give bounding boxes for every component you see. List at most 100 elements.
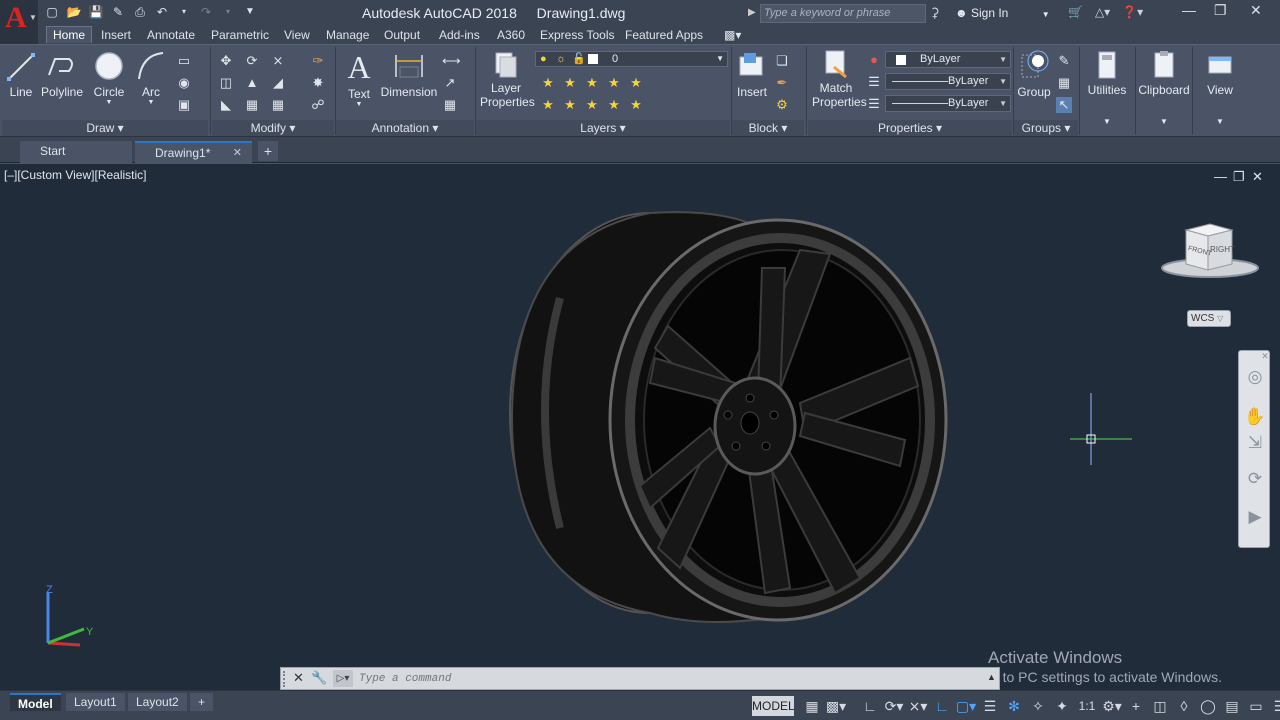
tab-model[interactable]: Model	[10, 693, 61, 711]
clean-screen-icon[interactable]: ▭	[1244, 696, 1268, 716]
command-line-grip[interactable]	[283, 671, 289, 687]
save-icon[interactable]: 💾	[88, 4, 104, 20]
layer-tool-icon[interactable]: ★	[606, 75, 622, 91]
text-button[interactable]: A Text ▼	[344, 49, 374, 108]
isolate-objects-icon[interactable]: ◯	[1196, 696, 1220, 716]
scale-icon[interactable]: ▦	[244, 97, 260, 113]
rectangle-icon[interactable]: ▭	[176, 53, 192, 69]
ortho-icon[interactable]: ∟	[858, 696, 882, 716]
annotation-visibility-icon[interactable]: ✻	[1002, 696, 1026, 716]
block-attributes-icon[interactable]: ⚙	[774, 97, 790, 113]
tab-manage[interactable]: Manage	[326, 28, 369, 42]
search-expand-icon[interactable]: ▶	[748, 5, 758, 21]
new-tab-button[interactable]: +	[258, 141, 278, 161]
a360-icon[interactable]: △▾	[1095, 5, 1110, 19]
annotation-scale-value[interactable]: 1:1	[1074, 696, 1100, 716]
viewport-minimize-icon[interactable]: —	[1214, 169, 1227, 184]
tab-output[interactable]: Output	[384, 28, 420, 42]
search-input[interactable]: Type a keyword or phrase	[760, 4, 926, 23]
erase-icon[interactable]: ✑	[310, 53, 326, 69]
snap-icon[interactable]: ▩▾	[824, 696, 848, 716]
color-dropdown[interactable]: ByLayer ▼	[885, 51, 1011, 68]
new-layout-button[interactable]: +	[190, 693, 214, 711]
layer-tool-icon[interactable]: ★	[540, 75, 556, 91]
create-block-icon[interactable]: ❏	[774, 53, 790, 69]
new-icon[interactable]: ▢	[44, 4, 60, 20]
tab-featured-apps[interactable]: Featured Apps	[625, 28, 703, 42]
layer-tool-icon[interactable]: ★	[540, 97, 556, 113]
restore-icon[interactable]: ❐	[1214, 2, 1227, 19]
undo-icon[interactable]: ↶	[154, 4, 170, 20]
plot-icon[interactable]: ⎙	[132, 4, 148, 20]
close-icon[interactable]: ✕	[233, 143, 242, 163]
minimize-icon[interactable]: —	[1182, 2, 1196, 18]
trim-icon[interactable]: ⨯	[270, 53, 286, 69]
match-properties-button[interactable]: Match Properties	[812, 49, 867, 109]
clipboard-button[interactable]: Clipboard ▼	[1138, 49, 1190, 126]
group-button[interactable]: Group	[1016, 49, 1052, 99]
hardware-acceleration-icon[interactable]: ▤	[1220, 696, 1244, 716]
draw-panel-title[interactable]: Draw ▾	[2, 120, 208, 136]
block-panel-title[interactable]: Block ▾	[732, 120, 804, 136]
zoom-extents-icon[interactable]: ⇲	[1243, 433, 1267, 453]
customization-icon[interactable]: ☰	[1268, 696, 1280, 716]
workspace-icon[interactable]: ⚙▾	[1100, 696, 1124, 716]
tab-layout1[interactable]: Layout1	[66, 693, 125, 711]
tab-home[interactable]: Home	[46, 26, 93, 43]
tab-drawing1[interactable]: Drawing1* ✕	[135, 141, 252, 163]
lineweight-toggle-icon[interactable]: ☰	[978, 696, 1002, 716]
layer-tool-icon[interactable]: ★	[562, 75, 578, 91]
table-icon[interactable]: ▦	[442, 97, 458, 113]
tab-start[interactable]: Start	[20, 141, 132, 163]
viewcube[interactable]: FRONT RIGHT	[1160, 222, 1260, 282]
layer-tool-icon[interactable]: ★	[562, 97, 578, 113]
layer-tool-icon[interactable]: ★	[584, 97, 600, 113]
linetype-icon[interactable]: ☰	[866, 74, 882, 90]
arc-button[interactable]: Arc ▼	[136, 49, 166, 106]
ribbon-toggle-icon[interactable]: ▩▾	[724, 28, 741, 42]
units-icon[interactable]: ◫	[1148, 696, 1172, 716]
command-input[interactable]	[359, 670, 989, 687]
pan-icon[interactable]: ✋	[1243, 407, 1267, 427]
help-icon[interactable]: ❓▾	[1122, 5, 1143, 19]
layer-tool-icon[interactable]: ★	[628, 97, 644, 113]
orbit-icon[interactable]: ⟳	[1243, 469, 1267, 489]
tab-parametric[interactable]: Parametric	[211, 28, 269, 42]
layer-dropdown[interactable]: ● ☼ 🔓 0 ▼	[535, 51, 728, 67]
polar-icon[interactable]: ⟳▾	[882, 696, 906, 716]
move-icon[interactable]: ✥	[218, 53, 234, 69]
array-icon[interactable]: ▦	[270, 97, 286, 113]
fillet-icon[interactable]: ◢	[270, 75, 286, 91]
recent-commands-icon[interactable]: ▷▾	[333, 670, 353, 687]
rotate-icon[interactable]: ⟳	[244, 53, 260, 69]
tab-layout2[interactable]: Layout2	[128, 693, 187, 711]
object-snap-icon[interactable]: ▢▾	[954, 696, 978, 716]
open-icon[interactable]: 📂	[66, 4, 82, 20]
viewport-close-icon[interactable]: ✕	[1252, 169, 1263, 185]
hatch-icon[interactable]: ◉	[176, 75, 192, 91]
save-as-icon[interactable]: ✎	[110, 4, 126, 20]
circle-button[interactable]: Circle ▼	[92, 49, 126, 106]
grid-icon[interactable]: ▦	[800, 696, 824, 716]
layer-tool-icon[interactable]: ★	[584, 75, 600, 91]
layer-properties-button[interactable]: Layer Properties	[480, 49, 535, 109]
linetype-dropdown[interactable]: ByLayer ▼	[885, 73, 1011, 90]
tab-view[interactable]: View	[284, 28, 310, 42]
close-icon[interactable]: ✕	[1250, 2, 1262, 19]
object-snap-tracking-icon[interactable]: ∟	[930, 696, 954, 716]
tab-add-ins[interactable]: Add-ins	[439, 28, 480, 42]
chevron-up-icon[interactable]: ▲	[987, 672, 996, 682]
line-button[interactable]: Line	[6, 49, 36, 99]
viewport-controls-label[interactable]: [–][Custom View][Realistic]	[4, 168, 147, 182]
color-wheel-icon[interactable]: ●	[866, 52, 882, 68]
customize-qat-icon[interactable]: ▼	[242, 4, 258, 20]
modify-panel-title[interactable]: Modify ▾	[212, 120, 334, 136]
lineweight-dropdown[interactable]: ByLayer ▼	[885, 95, 1011, 112]
utilities-button[interactable]: Utilities ▼	[1082, 49, 1132, 126]
quick-properties-icon[interactable]: ◊	[1172, 696, 1196, 716]
layers-panel-title[interactable]: Layers ▾	[476, 120, 730, 136]
annotation-scale-icon[interactable]: ✦	[1050, 696, 1074, 716]
lineweight-icon[interactable]: ☰	[866, 96, 882, 112]
properties-panel-title[interactable]: Properties ▾	[808, 120, 1012, 136]
linear-dimension-icon[interactable]: ⟷	[442, 53, 461, 69]
